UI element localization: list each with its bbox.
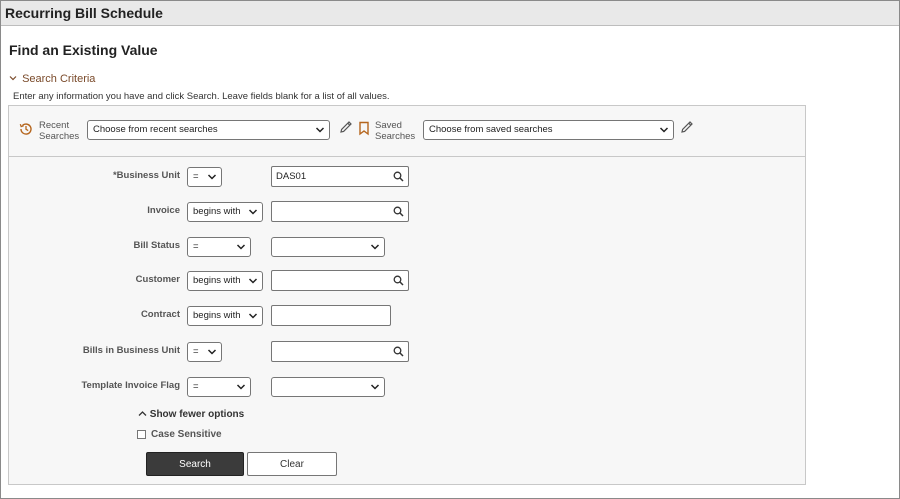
chevron-down-icon (315, 127, 325, 133)
customer-operator[interactable]: begins with (187, 271, 263, 291)
instructions-text: Enter any information you have and click… (13, 91, 390, 102)
recent-searches-label: Recent Searches (39, 120, 79, 142)
bills-in-business-unit-label: Bills in Business Unit (82, 345, 180, 356)
chevron-down-icon (248, 209, 258, 215)
customer-label: Customer (135, 274, 180, 285)
show-fewer-options-link[interactable]: Show fewer options (138, 409, 244, 420)
business-unit-value: DAS01 (276, 171, 307, 182)
invoice-operator[interactable]: begins with (187, 202, 263, 222)
customer-operator-value: begins with (193, 275, 241, 286)
bill-status-operator[interactable]: = (187, 237, 251, 257)
case-sensitive-option[interactable]: Case Sensitive (137, 429, 222, 440)
bills-in-business-unit-operator[interactable]: = (187, 342, 222, 362)
chevron-down-icon (9, 74, 19, 85)
recent-label-line1: Recent (39, 120, 70, 131)
edit-saved-pencil-icon[interactable] (678, 118, 696, 136)
template-invoice-flag-operator[interactable]: = (187, 377, 251, 397)
saved-label-line2: Searches (375, 131, 416, 142)
business-unit-operator-value: = (193, 171, 199, 182)
contract-input[interactable] (271, 305, 391, 326)
saved-searches-bar: Recent Searches Choose from recent searc… (9, 106, 805, 157)
business-unit-operator[interactable]: = (187, 167, 222, 187)
search-icon[interactable] (393, 171, 404, 182)
chevron-down-icon (659, 127, 669, 133)
saved-searches-label: Saved Searches (375, 120, 415, 142)
invoice-operator-value: begins with (193, 206, 241, 217)
app-window: Recurring Bill Schedule Find an Existing… (0, 0, 900, 499)
page-title: Find an Existing Value (9, 42, 158, 58)
search-criteria-toggle[interactable]: Search Criteria (9, 73, 95, 85)
template-invoice-flag-label: Template Invoice Flag (81, 380, 180, 391)
customer-input[interactable] (271, 270, 409, 291)
search-icon[interactable] (393, 346, 404, 357)
bill-status-operator-value: = (193, 241, 199, 252)
recent-searches-value: Choose from recent searches (93, 124, 218, 135)
search-icon[interactable] (393, 275, 404, 286)
invoice-input[interactable] (271, 201, 409, 222)
case-sensitive-label: Case Sensitive (151, 429, 222, 440)
search-criteria-label: Search Criteria (22, 73, 96, 85)
saved-label-line1: Saved (375, 120, 402, 131)
show-fewer-options-label: Show fewer options (149, 409, 245, 420)
chevron-down-icon (370, 244, 380, 250)
chevron-down-icon (236, 244, 246, 250)
recent-label-line2: Searches (39, 131, 80, 142)
recent-searches-select[interactable]: Choose from recent searches (87, 120, 330, 140)
saved-searches-value: Choose from saved searches (429, 124, 553, 135)
case-sensitive-checkbox[interactable] (137, 430, 146, 439)
chevron-down-icon (207, 174, 217, 180)
chevron-down-icon (248, 278, 258, 284)
contract-operator-value: begins with (193, 310, 241, 321)
saved-searches-select[interactable]: Choose from saved searches (423, 120, 674, 140)
contract-operator[interactable]: begins with (187, 306, 263, 326)
bookmark-icon (356, 119, 372, 137)
chevron-down-icon (370, 384, 380, 390)
chevron-down-icon (207, 349, 217, 355)
bills-in-business-unit-input[interactable] (271, 341, 409, 362)
business-unit-input[interactable]: DAS01 (271, 166, 409, 187)
search-button[interactable]: Search (146, 452, 244, 476)
bill-status-select[interactable] (271, 237, 385, 257)
chevron-up-icon (138, 411, 147, 416)
chevron-down-icon (248, 313, 258, 319)
chevron-down-icon (236, 384, 246, 390)
search-panel: Recent Searches Choose from recent searc… (8, 105, 806, 485)
invoice-label: Invoice (147, 205, 180, 216)
edit-recent-pencil-icon[interactable] (337, 118, 355, 136)
template-invoice-flag-operator-value: = (193, 381, 199, 392)
bills-in-business-unit-operator-value: = (193, 346, 199, 357)
history-icon (17, 120, 35, 138)
window-title: Recurring Bill Schedule (1, 1, 899, 26)
search-icon[interactable] (393, 206, 404, 217)
bill-status-label: Bill Status (133, 240, 180, 251)
business-unit-label: *Business Unit (112, 170, 180, 181)
clear-button[interactable]: Clear (247, 452, 337, 476)
contract-label: Contract (140, 309, 180, 320)
template-invoice-flag-select[interactable] (271, 377, 385, 397)
